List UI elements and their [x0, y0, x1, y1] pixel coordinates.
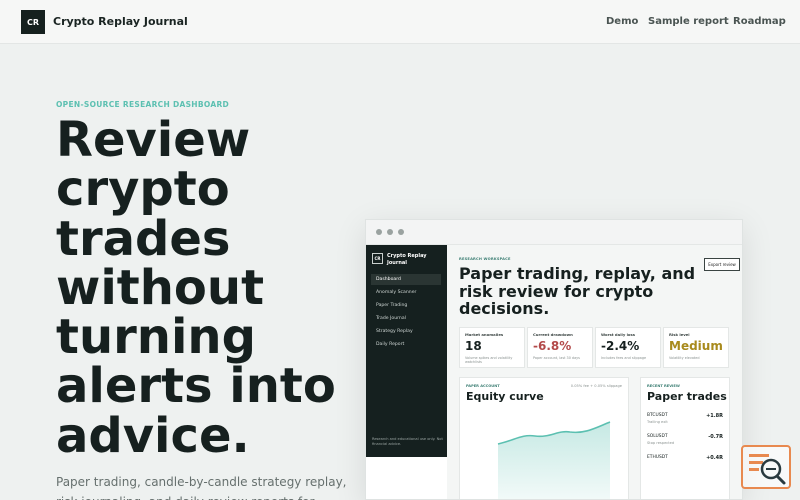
- export-review-button[interactable]: Export review: [704, 258, 740, 271]
- stat-card-daily-loss: Worst daily loss -2.4% Includes fees and…: [595, 327, 661, 368]
- logo-mark[interactable]: CR: [21, 10, 45, 34]
- sidebar-item-strategy-replay[interactable]: Strategy Replay: [371, 326, 441, 337]
- sidebar-item-trade-journal[interactable]: Trade Journal: [371, 313, 441, 324]
- window-dot-icon: [398, 229, 404, 235]
- sidebar-item-dashboard[interactable]: Dashboard: [371, 274, 441, 285]
- stat-label: Market anomalies: [465, 332, 504, 337]
- trade-symbol[interactable]: ETHUSDT: [647, 455, 668, 460]
- trade-note: Stop respected: [647, 441, 675, 445]
- hero-eyebrow: OPEN-SOURCE RESEARCH DASHBOARD: [56, 100, 230, 109]
- stat-value: Medium: [669, 339, 723, 353]
- equity-curve-panel: PAPER ACCOUNT 0.05% fee + 0.05% slippage…: [459, 377, 629, 499]
- stat-note: Volume spikes and volatility watchlists: [465, 356, 513, 365]
- trade-note: Trailing exit: [647, 420, 668, 424]
- equity-curve-chart: [497, 421, 611, 499]
- sidebar-brand: Crypto Replay Journal: [387, 253, 427, 266]
- stat-note: Volatility elevated: [669, 356, 700, 360]
- window-dot-icon: [387, 229, 393, 235]
- preview-sidebar: CR Crypto Replay Journal Dashboard Anoma…: [366, 245, 447, 457]
- stat-value: -6.8%: [533, 339, 572, 353]
- trade-symbol[interactable]: SOLUSDT: [647, 434, 668, 439]
- sidebar-item-paper-trading[interactable]: Paper Trading: [371, 300, 441, 311]
- top-navigation: CR Crypto Replay Journal Demo Sample rep…: [0, 0, 800, 44]
- workspace-title: Paper trading, replay, and risk review f…: [459, 264, 696, 318]
- sidebar-item-daily-report[interactable]: Daily Report: [371, 339, 441, 350]
- sidebar-disclaimer: Research and educational use only. Not f…: [372, 437, 443, 446]
- nav-demo-link[interactable]: Demo: [606, 16, 638, 27]
- dashboard-preview: CR Crypto Replay Journal Dashboard Anoma…: [365, 219, 743, 500]
- sidebar-logo: CR: [372, 253, 383, 264]
- nav-roadmap-link[interactable]: Roadmap: [733, 16, 786, 27]
- workspace-eyebrow: RESEARCH WORKSPACE: [459, 257, 511, 261]
- stat-card-risk-level: Risk level Medium Volatility elevated: [663, 327, 729, 368]
- help-badge[interactable]: [741, 445, 791, 489]
- hero-title: Review crypto trades without turning ale…: [56, 112, 336, 464]
- sidebar-item-anomaly-scanner[interactable]: Anomaly Scanner: [371, 287, 441, 298]
- panel-eyebrow: RECENT REVIEW: [647, 384, 680, 388]
- search-help-icon: [749, 454, 786, 485]
- brand-name[interactable]: Crypto Replay Journal: [53, 15, 188, 28]
- trade-pnl: +1.8R: [706, 413, 723, 419]
- paper-trades-panel: RECENT REVIEW Paper trades BTCUSDT Trail…: [640, 377, 730, 499]
- stat-label: Current drawdown: [533, 332, 573, 337]
- stat-label: Worst daily loss: [601, 332, 636, 337]
- stat-card-drawdown: Current drawdown -6.8% Paper account, la…: [527, 327, 593, 368]
- preview-main: RESEARCH WORKSPACE Paper trading, replay…: [447, 245, 742, 499]
- stat-note: Includes fees and slippage: [601, 356, 647, 360]
- hero-subtitle: Paper trading, candle-by-candle strategy…: [56, 475, 347, 500]
- stat-value: -2.4%: [601, 339, 640, 353]
- stat-card-anomalies: Market anomalies 18 Volume spikes and vo…: [459, 327, 525, 368]
- window-dot-icon: [376, 229, 382, 235]
- stat-label: Risk level: [669, 332, 690, 337]
- trade-symbol[interactable]: BTCUSDT: [647, 413, 668, 418]
- stat-value: 18: [465, 339, 482, 353]
- stat-note: Paper account, last 30 days: [533, 356, 580, 360]
- nav-sample-report-link[interactable]: Sample report: [648, 16, 729, 27]
- trade-pnl: -0.7R: [708, 434, 723, 440]
- trade-pnl: +0.4R: [706, 455, 723, 461]
- window-chrome: [366, 220, 742, 245]
- panel-title: Paper trades: [647, 390, 727, 403]
